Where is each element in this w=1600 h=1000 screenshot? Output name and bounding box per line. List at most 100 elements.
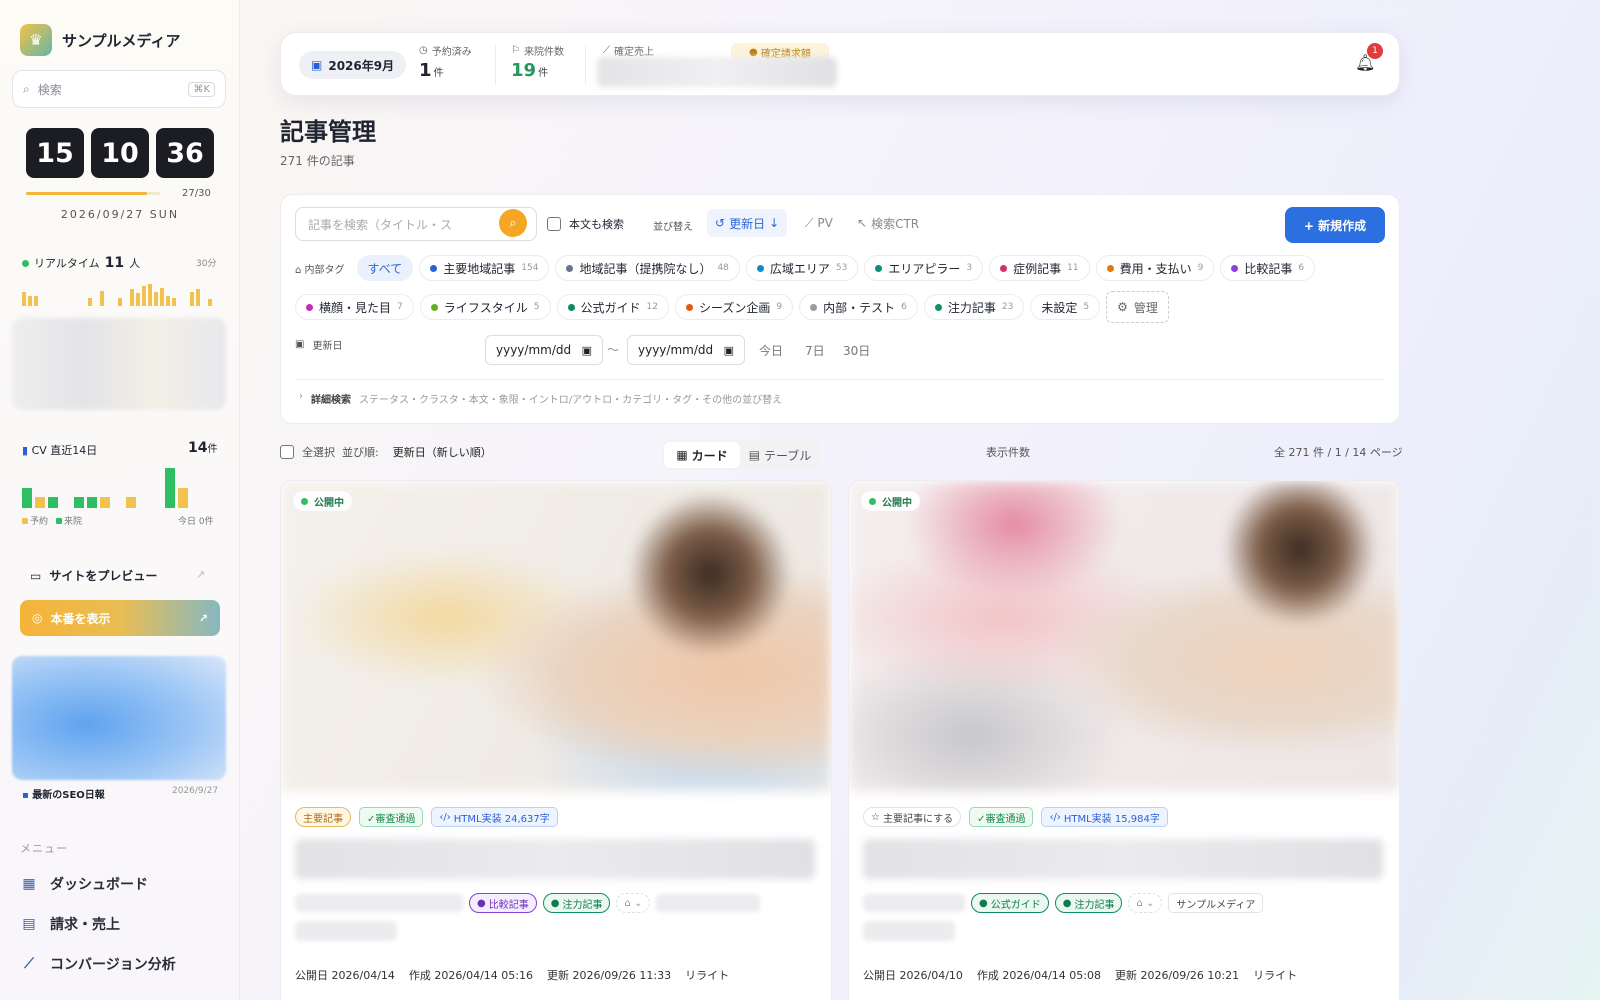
users-icon: ⚐	[511, 45, 520, 56]
sort-pv-button[interactable]: ⟋ PV	[797, 209, 841, 237]
tag-filter-chip[interactable]: エリアピラー 3	[864, 255, 984, 281]
checkbox[interactable]	[547, 217, 561, 231]
card-tags: ● 比較記事 ● 注力記事 ⌂ ⌄	[295, 893, 761, 913]
month-selector[interactable]: ▣ 2026年9月	[299, 51, 407, 79]
site-preview-link[interactable]: ▭ サイトをプレビュー	[30, 567, 157, 584]
tag-filter-chip[interactable]: ライフスタイル 5	[419, 294, 551, 320]
tag-filter-chip[interactable]: 症例記事 11	[989, 255, 1090, 281]
body-search-checkbox[interactable]: 本文も検索	[547, 216, 624, 232]
tag-chip[interactable]: ● 公式ガイド	[971, 893, 1049, 913]
tag-filter-chip[interactable]: 地域記事（提携院なし） 48	[555, 255, 740, 281]
tag-filter-chip[interactable]: 横顔・見た目 7	[295, 294, 414, 320]
sort-ctr-button[interactable]: ↖ 検索CTR	[849, 209, 927, 237]
month-progress-bar	[26, 192, 160, 195]
seo-report-thumbnail[interactable]	[12, 656, 226, 780]
spark-bar	[172, 297, 176, 306]
menu-item-label: ダッシュボード	[50, 877, 148, 893]
quick-today[interactable]: 今日	[759, 342, 783, 359]
grid-icon: ▦	[676, 448, 688, 462]
spark-bar	[28, 296, 32, 306]
menu-item-label: 請求・売上	[50, 917, 120, 933]
stats-bar: ▣ 2026年9月 ◷ 予約済み 1件 ⚐ 来院件数 19 件 ⟋ 確定売上 ● 確定請求…	[280, 32, 1400, 96]
search-icon[interactable]: ⌕	[499, 209, 527, 237]
select-all-checkbox[interactable]	[280, 445, 294, 459]
brand[interactable]: ♛ サンプルメディア	[20, 24, 181, 56]
html-length-label: HTML実装 24,637字	[453, 813, 550, 825]
realtime-count: 11	[104, 255, 125, 271]
manage-tags-button[interactable]: ⚙ 管理	[1106, 291, 1169, 323]
sort-order-value[interactable]: 更新日（新しい順）	[393, 444, 492, 460]
tag-filter-label: 横顔・見た目	[319, 300, 392, 315]
date-to-input[interactable]: yyyy/mm/dd ▣	[627, 335, 745, 365]
menu-item-conversion[interactable]: ⟋ コンバージョン分析	[20, 954, 176, 974]
select-all[interactable]: 全選択	[280, 444, 335, 460]
seo-report-label[interactable]: ▪ 最新のSEO日報	[22, 786, 105, 801]
grid-icon: ▦	[22, 876, 36, 892]
article-card[interactable]: 公開中 主要記事 ✓審査通過 ‹/› HTML実装 24,637字 ● 比較記事 …	[280, 480, 832, 1000]
menu-item-billing[interactable]: ▤ 請求・売上	[20, 914, 120, 934]
view-table-button[interactable]: ▤ テーブル	[742, 442, 818, 468]
arrow-down-icon: ↓	[769, 216, 780, 230]
created-date: 作成 2026/04/14 05:08	[976, 969, 1101, 982]
tag-filter-label: 内部・テスト	[823, 300, 896, 315]
realtime-unit: 人	[129, 257, 141, 270]
tag-filter-label: 広域エリア	[769, 261, 830, 276]
internal-tag-label: ⌂ 内部タグ	[295, 261, 345, 276]
rewrite-link[interactable]: リライト	[1253, 967, 1297, 983]
stat-visits: ⚐ 来院件数 19 件	[511, 43, 564, 81]
created-date: 作成 2026/04/14 05:16	[408, 969, 533, 982]
tag-filter-chip[interactable]: シーズン企画 9	[674, 294, 794, 320]
tag-filter-chip[interactable]: 費用・支払い 9	[1095, 255, 1215, 281]
gear-icon: ⚙	[1117, 300, 1128, 314]
calendar-icon[interactable]: ▣	[582, 344, 592, 357]
tag-filter-chip[interactable]: 内部・テスト 6	[799, 294, 918, 320]
tag-filter-chip[interactable]: 公式ガイド 12	[556, 294, 669, 320]
tag-chip-label: 注力記事	[1074, 899, 1115, 911]
spark-bar	[100, 290, 104, 306]
tag-filter-chip[interactable]: 広域エリア 53	[745, 255, 859, 281]
make-featured-button[interactable]: ☆ 主要記事にする	[863, 807, 962, 827]
tag-filter-chip[interactable]: 注力記事 23	[923, 294, 1025, 320]
sidebar-search-input[interactable]: ⌕ 検索 ⌘K	[12, 70, 226, 108]
tag-all[interactable]: すべて	[356, 255, 414, 281]
pagination-summary: 全 271 件 / 1 / 14 ページ	[1274, 446, 1403, 459]
view-production-button[interactable]: ◎ 本番を表示 ↗	[20, 600, 220, 636]
view-table-label: テーブル	[764, 448, 812, 463]
date-from-input[interactable]: yyyy/mm/dd ▣	[485, 335, 603, 365]
realtime-sparkline	[22, 276, 218, 306]
tag-chip[interactable]: ● 比較記事	[469, 893, 537, 913]
tag-filter-chip[interactable]: 主要地域記事 154	[419, 255, 550, 281]
internal-tag-text: 内部タグ	[304, 264, 345, 276]
advanced-search-toggle[interactable]: › 詳細検索 ステータス・クラスタ・本文・象限・イントロ/アウトロ・カテゴリ・タグ・…	[299, 391, 782, 406]
card-meta: 公開日 2026/04/10 作成 2026/04/14 05:08 更新 20…	[863, 967, 1297, 983]
new-article-button[interactable]: + 新規作成	[1285, 207, 1385, 243]
spark-bar	[34, 296, 38, 306]
tag-filter-count: 5	[1083, 302, 1090, 312]
cv-count-value: 14	[188, 440, 208, 456]
cv-bar	[35, 497, 45, 508]
tag-color-dot-icon	[566, 264, 574, 272]
search-icon: ⌕	[23, 81, 30, 96]
spark-bar	[22, 292, 26, 306]
quick-7d[interactable]: 7日	[805, 342, 825, 359]
view-card-button[interactable]: ▦ カード	[664, 442, 740, 468]
tag-chip[interactable]: ● 注力記事	[542, 893, 611, 913]
calendar-icon[interactable]: ▣	[724, 344, 734, 357]
rewrite-link[interactable]: リライト	[685, 967, 729, 983]
tag-add-icon[interactable]: ⌂ ⌄	[1128, 893, 1163, 913]
sort-updated-button[interactable]: ↺ 更新日 ↓	[707, 209, 788, 237]
sort-label: 並び替え	[653, 222, 693, 233]
menu-item-dashboard[interactable]: ▦ ダッシュボード	[20, 874, 148, 894]
tag-filter-count: 9	[1197, 263, 1204, 273]
tag-color-dot-icon	[1231, 264, 1239, 272]
featured-badge[interactable]: 主要記事	[295, 807, 351, 827]
quick-30d[interactable]: 30日	[843, 342, 870, 359]
tag-filter-chip[interactable]: 未設定 5	[1030, 294, 1101, 320]
article-card[interactable]: 公開中 ☆ 主要記事にする ✓審査通過 ‹/› HTML実装 15,984字 ● 公…	[848, 480, 1400, 1000]
tag-color-dot-icon	[810, 303, 818, 311]
tag-chip[interactable]: ● 注力記事	[1054, 893, 1123, 913]
cv-bar	[126, 497, 136, 508]
tag-filter-chip[interactable]: 比較記事 6	[1220, 255, 1316, 281]
shortcut-hint: ⌘K	[188, 81, 215, 97]
tag-add-icon[interactable]: ⌂ ⌄	[616, 893, 651, 913]
